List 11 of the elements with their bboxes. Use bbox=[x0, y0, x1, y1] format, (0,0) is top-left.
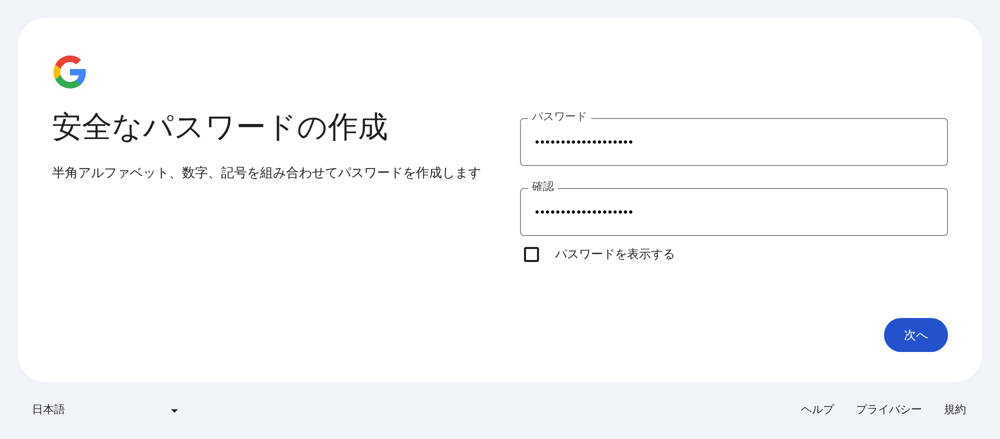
language-dropdown[interactable]: 日本語 bbox=[32, 402, 178, 419]
show-password-label: パスワードを表示する bbox=[555, 246, 675, 263]
page-title: 安全なパスワードの作成 bbox=[52, 110, 388, 146]
footer-link[interactable]: ヘルプ bbox=[801, 402, 834, 419]
next-button[interactable]: 次へ bbox=[884, 318, 948, 352]
show-password-checkbox[interactable] bbox=[524, 246, 539, 262]
logo-icon bbox=[52, 54, 88, 90]
description: 半角アルファベット、数字、記号を組み合わせてパスワードを作成します bbox=[52, 164, 482, 182]
footer-link[interactable]: 規約 bbox=[944, 402, 966, 419]
footer-link[interactable]: プライバシー bbox=[856, 402, 922, 419]
caret-icon bbox=[171, 408, 178, 412]
